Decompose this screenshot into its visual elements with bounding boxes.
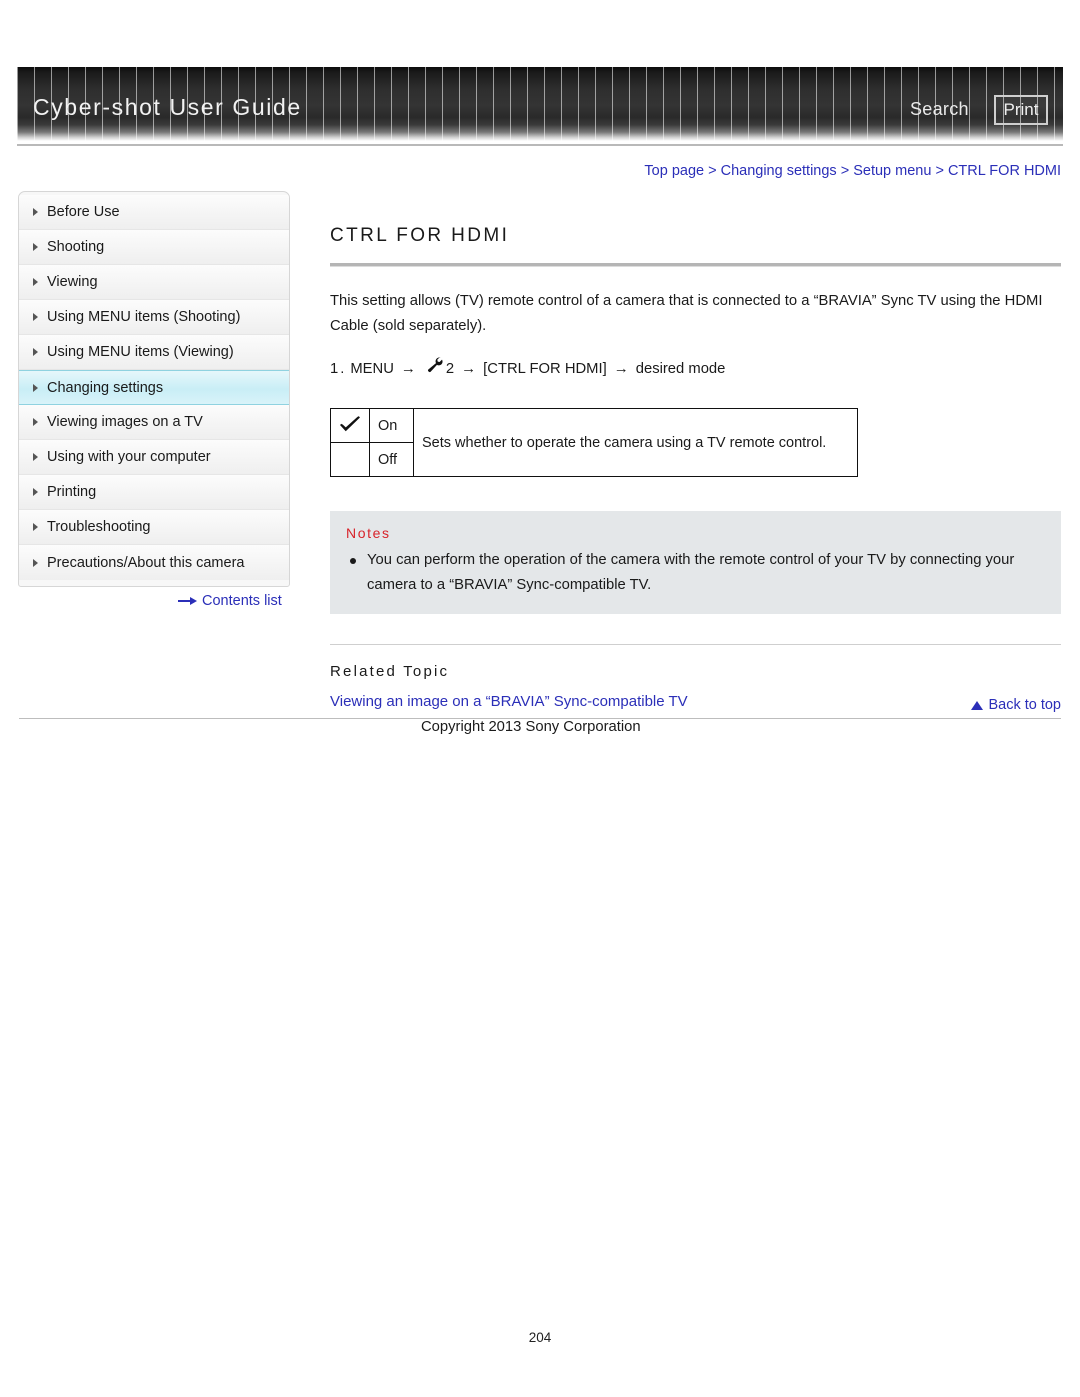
related-topic-heading: Related Topic <box>330 663 450 680</box>
table-row: On Sets whether to operate the camera us… <box>330 408 858 477</box>
sidebar-item-printing[interactable]: Printing <box>19 475 289 510</box>
triangle-right-icon <box>33 383 38 392</box>
sidebar-item-label: Shooting <box>47 239 105 255</box>
breadcrumb-item-2[interactable]: Setup menu <box>853 163 931 179</box>
sidebar-item-label: Using MENU items (Shooting) <box>47 309 241 325</box>
list-item: You can perform the operation of the cam… <box>346 548 1045 598</box>
triangle-right-icon <box>33 488 38 496</box>
sidebar-item-label: Precautions/About this camera <box>47 554 245 571</box>
contents-list-label: Contents list <box>202 593 282 609</box>
step-final-text: desired mode <box>635 360 726 377</box>
procedure-step-1: 1. MENU → 2 → [CTRL FOR HDMI] → desired … <box>330 355 1061 382</box>
app-title: Cyber-shot User Guide <box>33 94 302 120</box>
step-bracket-item: [CTRL FOR HDMI] <box>483 360 607 377</box>
header-divider <box>17 144 1063 146</box>
notes-list: You can perform the operation of the cam… <box>346 548 1045 598</box>
triangle-right-icon <box>33 313 38 321</box>
sidebar-item-label: Viewing <box>47 274 98 290</box>
sidebar-item-label: Viewing images on a TV <box>47 414 203 430</box>
sidebar-item-label: Printing <box>47 484 97 500</box>
related-divider <box>330 644 1061 645</box>
step-number: 1. <box>330 360 347 377</box>
triangle-right-icon <box>33 453 38 461</box>
triangle-right-icon <box>33 278 38 286</box>
option-check-off <box>330 442 370 477</box>
search-button[interactable]: Search <box>910 99 969 120</box>
triangle-up-icon <box>971 700 984 710</box>
options-table: On Sets whether to operate the camera us… <box>330 408 858 477</box>
step-tab-number: 2 <box>445 360 455 377</box>
check-icon <box>339 415 361 437</box>
triangle-right-icon <box>33 348 38 356</box>
page-title: CTRL FOR HDMI <box>330 225 510 246</box>
breadcrumb-separator: > <box>840 163 850 179</box>
contents-list-link[interactable]: Contents list <box>178 593 282 609</box>
breadcrumb-item-0[interactable]: Top page <box>644 163 704 179</box>
notes-box: Notes You can perform the operation of t… <box>330 511 1061 614</box>
sidebar-item-using-menu-items-viewing[interactable]: Using MENU items (Viewing) <box>19 335 289 370</box>
breadcrumb-item-1[interactable]: Changing settings <box>721 163 837 179</box>
back-to-top-label: Back to top <box>988 697 1061 713</box>
sidebar-item-using-menu-items-shooting[interactable]: Using MENU items (Shooting) <box>19 300 289 335</box>
breadcrumb-separator: > <box>935 163 944 179</box>
sidebar-item-label: Using MENU items (Viewing) <box>47 344 234 360</box>
breadcrumb-separator: > <box>708 163 717 179</box>
step-menu-label: MENU <box>350 360 394 377</box>
print-button[interactable]: Print <box>994 95 1048 125</box>
sidebar-item-label: Before Use <box>47 204 120 220</box>
sidebar-item-precautions-about-this-camera[interactable]: Precautions/About this camera <box>19 545 289 580</box>
arrow-right-icon: → <box>400 359 416 377</box>
sidebar-item-label: Changing settings <box>47 379 164 396</box>
breadcrumb: Top page > Changing settings > Setup men… <box>644 163 1061 179</box>
intro-paragraph: This setting allows (TV) remote control … <box>330 293 1043 334</box>
option-description: Sets whether to operate the camera using… <box>413 408 858 477</box>
arrow-right-icon: → <box>613 359 629 377</box>
breadcrumb-item-3[interactable]: CTRL FOR HDMI <box>948 163 1061 179</box>
triangle-right-icon <box>33 523 38 531</box>
option-label-off: Off <box>369 442 414 477</box>
sidebar-item-using-with-your-computer[interactable]: Using with your computer <box>19 440 289 475</box>
page-number: 204 <box>528 1330 552 1345</box>
sidebar-item-label: Using with your computer <box>47 449 211 465</box>
triangle-right-icon <box>33 208 38 216</box>
sidebar-item-label: Troubleshooting <box>47 519 151 535</box>
title-divider <box>330 263 1061 267</box>
related-topic-link[interactable]: Viewing an image on a “BRAVIA” Sync-comp… <box>330 693 1061 710</box>
arrow-right-icon: → <box>461 359 477 377</box>
sidebar-nav: Before Use Shooting Viewing Using MENU i… <box>18 191 290 587</box>
sidebar-item-before-use[interactable]: Before Use <box>19 195 289 230</box>
sidebar-item-viewing[interactable]: Viewing <box>19 265 289 300</box>
triangle-right-icon <box>33 558 38 567</box>
sidebar-item-viewing-images-on-a-tv[interactable]: Viewing images on a TV <box>19 405 289 440</box>
sidebar-item-shooting[interactable]: Shooting <box>19 230 289 265</box>
option-label-on: On <box>369 408 414 443</box>
back-to-top-link[interactable]: Back to top <box>971 697 1061 713</box>
notes-heading: Notes <box>346 525 391 541</box>
sidebar-item-changing-settings[interactable]: Changing settings <box>19 370 289 405</box>
page-root: Cyber-shot User Guide Search Print Top p… <box>0 0 1080 1397</box>
copyright-text: Copyright 2013 Sony Corporation <box>421 719 641 735</box>
main-content: CTRL FOR HDMI This setting allows (TV) r… <box>330 191 1061 710</box>
option-check-on <box>330 408 370 443</box>
sidebar-item-troubleshooting[interactable]: Troubleshooting <box>19 510 289 545</box>
triangle-right-icon <box>33 243 38 251</box>
triangle-right-icon <box>33 418 38 426</box>
arrow-right-icon <box>178 596 198 606</box>
wrench-icon <box>425 355 444 382</box>
